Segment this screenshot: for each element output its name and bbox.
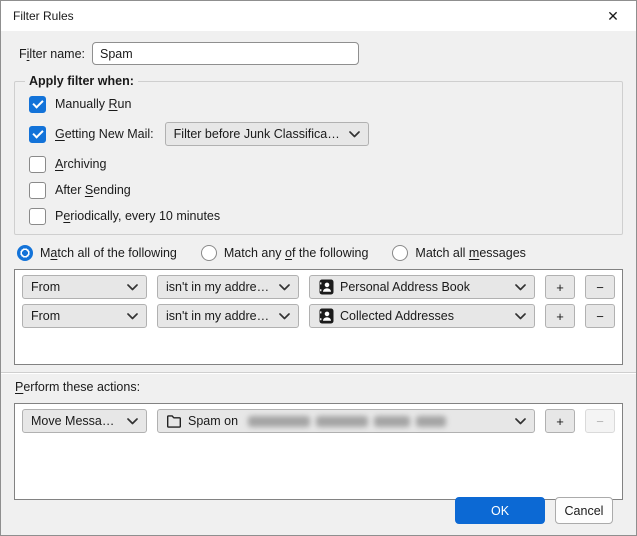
archiving-checkbox[interactable] — [29, 156, 46, 173]
dialog-footer: OK Cancel — [455, 497, 613, 524]
address-book-icon — [318, 279, 334, 295]
checkbox-row-getting-new-mail: Getting New Mail: Filter before Junk Cla… — [29, 121, 614, 147]
checkbox-row-archiving: Archiving — [29, 155, 614, 173]
manually-run-checkbox[interactable] — [29, 96, 46, 113]
condition-value: isn't in my address b… — [166, 309, 273, 323]
address-book-icon — [318, 308, 334, 324]
criteria-row: From isn't in my address b… Personal Add… — [22, 275, 615, 299]
radio-label: Match all of the following — [40, 246, 177, 260]
chevron-down-icon — [127, 418, 138, 425]
checkbox-row-after-sending: After Sending — [29, 181, 614, 199]
checkbox-row-manually-run: Manually Run — [29, 95, 614, 113]
radio-label: Match any of the following — [224, 246, 369, 260]
checkbox-row-periodically: Periodically, every 10 minutes — [29, 207, 614, 225]
chevron-down-icon — [127, 284, 138, 291]
remove-action-button: − — [585, 409, 615, 433]
chevron-down-icon — [349, 131, 360, 138]
condition-dropdown[interactable]: isn't in my address b… — [157, 275, 299, 299]
action-row: Move Message to Spam on + − — [22, 409, 615, 433]
value-dropdown[interactable]: Personal Address Book — [309, 275, 535, 299]
chevron-down-icon — [127, 313, 138, 320]
radio-button[interactable] — [392, 245, 408, 261]
junk-classification-value: Filter before Junk Classification — [174, 127, 343, 141]
chevron-down-icon — [515, 418, 526, 425]
filter-rules-dialog: Filter Rules ✕ Filter name: Apply filter… — [0, 0, 637, 536]
getting-new-mail-checkbox[interactable] — [29, 126, 46, 143]
chevron-down-icon — [515, 284, 526, 291]
window-title: Filter Rules — [1, 9, 590, 23]
apply-filter-when-group: Apply filter when: Manually Run Getting … — [14, 74, 623, 235]
field-value: From — [31, 280, 121, 294]
filter-name-input[interactable] — [92, 42, 359, 65]
chevron-down-icon — [279, 284, 290, 291]
value-text: Collected Addresses — [340, 309, 509, 323]
field-dropdown[interactable]: From — [22, 304, 147, 328]
radio-button[interactable] — [201, 245, 217, 261]
remove-criterion-button[interactable]: − — [585, 304, 615, 328]
action-dropdown[interactable]: Move Message to — [22, 409, 147, 433]
ok-button[interactable]: OK — [455, 497, 545, 524]
close-icon[interactable]: ✕ — [590, 1, 636, 31]
filter-name-row: Filter name: — [19, 42, 622, 65]
manually-run-label: Manually Run — [55, 97, 131, 111]
target-folder-text: Spam on — [188, 414, 238, 428]
radio-match-all-messages[interactable]: Match all messages — [392, 245, 525, 261]
field-value: From — [31, 309, 121, 323]
add-criterion-button[interactable]: + — [545, 304, 575, 328]
archiving-label: Archiving — [55, 157, 106, 171]
remove-criterion-button[interactable]: − — [585, 275, 615, 299]
periodically-label: Periodically, every 10 minutes — [55, 209, 220, 223]
cancel-button[interactable]: Cancel — [555, 497, 613, 524]
radio-match-any-following[interactable]: Match any of the following — [201, 245, 369, 261]
condition-dropdown[interactable]: isn't in my address b… — [157, 304, 299, 328]
radio-button[interactable] — [17, 245, 33, 261]
section-divider — [1, 372, 636, 374]
condition-value: isn't in my address b… — [166, 280, 273, 294]
titlebar: Filter Rules ✕ — [1, 1, 636, 31]
target-folder-dropdown[interactable]: Spam on — [157, 409, 535, 433]
value-dropdown[interactable]: Collected Addresses — [309, 304, 535, 328]
match-mode-row: Match all of the following Match any of … — [17, 245, 622, 261]
junk-classification-dropdown[interactable]: Filter before Junk Classification — [165, 122, 369, 146]
after-sending-label: After Sending — [55, 183, 131, 197]
perform-actions-label: Perform these actions: — [15, 380, 636, 394]
add-criterion-button[interactable]: + — [545, 275, 575, 299]
redacted-server-name — [248, 416, 446, 427]
filter-actions-list: Move Message to Spam on + − — [14, 403, 623, 500]
criteria-row: From isn't in my address b… Collected Ad… — [22, 304, 615, 328]
field-dropdown[interactable]: From — [22, 275, 147, 299]
after-sending-checkbox[interactable] — [29, 182, 46, 199]
chevron-down-icon — [279, 313, 290, 320]
radio-match-all-following[interactable]: Match all of the following — [17, 245, 177, 261]
getting-new-mail-label: Getting New Mail: — [55, 127, 154, 141]
filter-name-label: Filter name: — [19, 47, 85, 61]
radio-label: Match all messages — [415, 246, 525, 260]
periodically-checkbox[interactable] — [29, 208, 46, 225]
folder-icon — [166, 413, 182, 429]
apply-filter-when-legend: Apply filter when: — [25, 74, 138, 88]
action-value: Move Message to — [31, 414, 121, 428]
search-criteria-list: From isn't in my address b… Personal Add… — [14, 269, 623, 365]
value-text: Personal Address Book — [340, 280, 509, 294]
add-action-button[interactable]: + — [545, 409, 575, 433]
chevron-down-icon — [515, 313, 526, 320]
